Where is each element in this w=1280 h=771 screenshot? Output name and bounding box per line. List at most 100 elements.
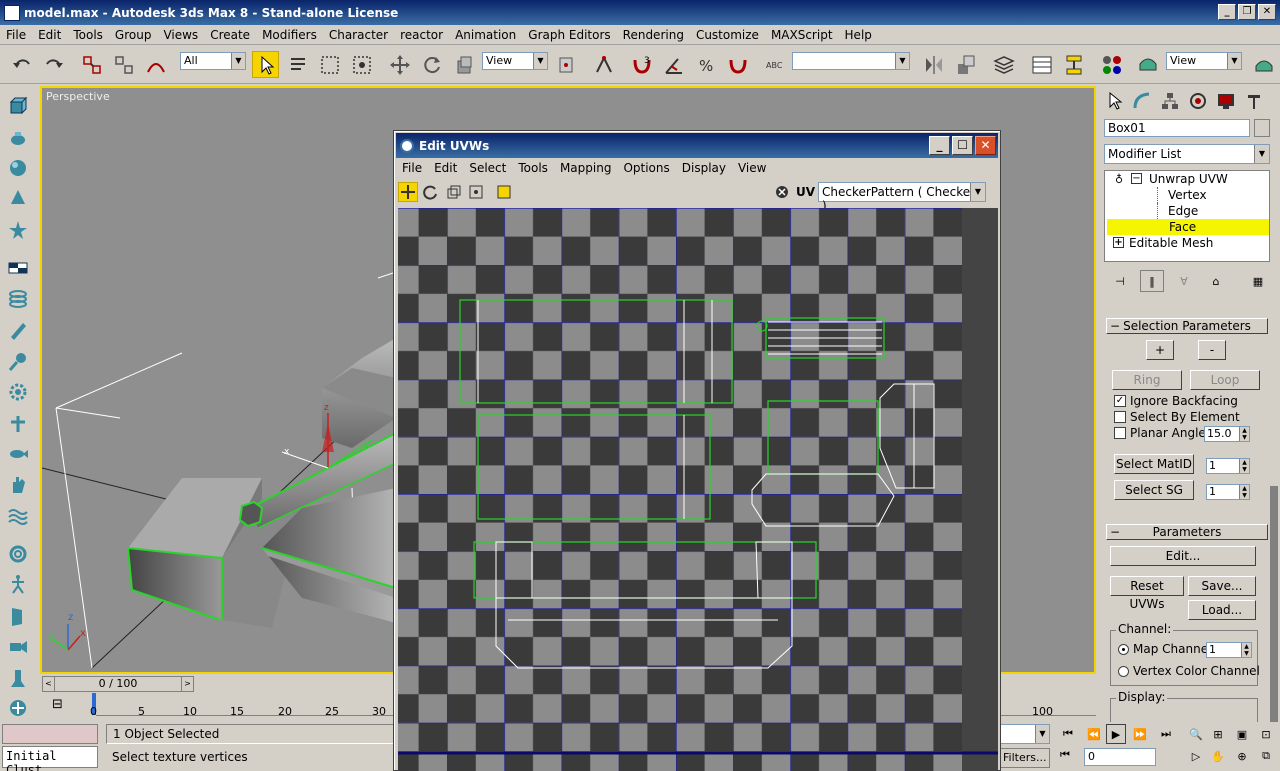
uv-mirror-icon[interactable] bbox=[494, 182, 514, 202]
hierarchy-tab-icon[interactable] bbox=[1156, 88, 1184, 114]
snap-3d-icon[interactable]: 3 bbox=[628, 51, 655, 78]
schematic-view-icon[interactable] bbox=[1060, 51, 1087, 78]
menu-rendering[interactable]: Rendering bbox=[617, 28, 690, 42]
create-door-icon[interactable] bbox=[6, 604, 30, 628]
stack-item-edge[interactable]: Edge bbox=[1157, 203, 1257, 219]
menu-help[interactable]: Help bbox=[839, 28, 878, 42]
collapse-icon[interactable]: − bbox=[1131, 173, 1142, 184]
make-unique-icon[interactable]: ∀ bbox=[1172, 270, 1196, 292]
play-icon[interactable]: ▶ bbox=[1106, 724, 1126, 744]
select-sg-button[interactable]: Select SG bbox=[1114, 480, 1194, 500]
planar-angle-checkbox[interactable]: Planar Angle bbox=[1114, 426, 1206, 440]
uv-menu-mapping[interactable]: Mapping bbox=[554, 161, 618, 175]
uv-maximize-button[interactable]: ☐ bbox=[952, 136, 973, 155]
maxscript-listener-mini[interactable] bbox=[2, 724, 98, 744]
shrink-selection-button[interactable]: - bbox=[1198, 340, 1226, 360]
mirror-icon[interactable] bbox=[920, 51, 947, 78]
rectangular-selection-icon[interactable] bbox=[316, 51, 343, 78]
create-hand-icon[interactable] bbox=[6, 472, 30, 496]
pan-icon[interactable]: ✋ bbox=[1208, 746, 1228, 766]
select-manipulate-icon[interactable] bbox=[590, 51, 617, 78]
percent-snap-icon[interactable]: % bbox=[692, 51, 719, 78]
next-frame-icon[interactable]: ⏩ bbox=[1130, 724, 1150, 744]
uv-scale-icon[interactable] bbox=[444, 182, 464, 202]
close-button[interactable]: ✕ bbox=[1258, 4, 1276, 20]
unlink-icon[interactable] bbox=[110, 51, 137, 78]
uv-axis-label[interactable]: UV bbox=[796, 185, 815, 199]
uv-menu-options[interactable]: Options bbox=[617, 161, 675, 175]
remove-modifier-icon[interactable]: ⌂ bbox=[1204, 270, 1228, 292]
key-filters-button[interactable]: Filters... bbox=[1000, 748, 1050, 768]
stack-item-vertex[interactable]: Vertex bbox=[1157, 187, 1257, 203]
spinner-snap-icon[interactable] bbox=[724, 51, 751, 78]
matid-spinner[interactable]: 1 ▲ ▼ bbox=[1206, 458, 1250, 474]
stack-item-editable-mesh[interactable]: Editable Mesh bbox=[1129, 235, 1259, 251]
uv-menu-select[interactable]: Select bbox=[463, 161, 512, 175]
uv-close-button[interactable]: ✕ bbox=[975, 136, 996, 155]
menu-graph-editors[interactable]: Graph Editors bbox=[522, 28, 616, 42]
edit-uvws-button[interactable]: Edit... bbox=[1110, 546, 1256, 566]
current-frame-field[interactable]: 0 bbox=[1084, 748, 1156, 766]
select-by-element-checkbox[interactable]: Select By Element bbox=[1114, 410, 1240, 424]
curve-editor-icon[interactable] bbox=[1028, 51, 1055, 78]
select-object-icon[interactable] bbox=[252, 51, 279, 78]
utilities-tab-icon[interactable] bbox=[1240, 88, 1268, 114]
material-editor-icon[interactable] bbox=[1098, 51, 1125, 78]
select-link-icon[interactable] bbox=[78, 51, 105, 78]
zoom-extents-icon[interactable]: ▣ bbox=[1232, 724, 1252, 744]
menu-file[interactable]: File bbox=[0, 28, 32, 42]
ignore-backfacing-checkbox[interactable]: ✓ Ignore Backfacing bbox=[1114, 394, 1238, 408]
undo-icon[interactable] bbox=[8, 51, 35, 78]
uv-rotate-icon[interactable] bbox=[420, 182, 440, 202]
create-star-icon[interactable] bbox=[6, 218, 30, 242]
display-tab-icon[interactable] bbox=[1212, 88, 1240, 114]
uv-canvas[interactable] bbox=[398, 208, 998, 771]
create-cone-icon[interactable] bbox=[6, 186, 30, 210]
go-to-end-icon[interactable]: ⏭ bbox=[1156, 724, 1176, 744]
pivot-center-icon[interactable] bbox=[552, 51, 579, 78]
loop-button[interactable]: Loop bbox=[1190, 370, 1260, 390]
create-helix-icon[interactable] bbox=[6, 542, 30, 566]
motion-tab-icon[interactable] bbox=[1184, 88, 1212, 114]
menu-customize[interactable]: Customize bbox=[690, 28, 765, 42]
object-name-field[interactable]: Box01 bbox=[1104, 119, 1250, 137]
zoom-icon[interactable]: 🔍 bbox=[1186, 724, 1206, 744]
show-end-result-icon[interactable]: ‖ bbox=[1140, 270, 1164, 292]
minimize-button[interactable]: _ bbox=[1218, 4, 1236, 20]
map-channel-radio[interactable]: Map Channel: bbox=[1118, 642, 1215, 656]
align-icon[interactable] bbox=[952, 51, 979, 78]
light-bulb-icon[interactable]: ♁ bbox=[1115, 173, 1123, 186]
modify-tab-icon[interactable] bbox=[1128, 88, 1156, 114]
texture-dropdown[interactable]: CheckerPattern ( Checker ) ▼ bbox=[818, 182, 986, 213]
menu-edit[interactable]: Edit bbox=[32, 28, 67, 42]
zoom-all-icon[interactable]: ⊞ bbox=[1208, 724, 1228, 744]
load-button[interactable]: Load... bbox=[1188, 600, 1256, 620]
create-fish-icon[interactable] bbox=[6, 442, 30, 466]
create-biped-icon[interactable] bbox=[6, 572, 30, 596]
menu-create[interactable]: Create bbox=[204, 28, 256, 42]
configure-sets-icon[interactable]: ▦ bbox=[1246, 270, 1270, 292]
create-plane-icon[interactable] bbox=[6, 256, 30, 280]
create-cylinder-icon[interactable] bbox=[6, 318, 30, 342]
menu-maxscript[interactable]: MAXScript bbox=[765, 28, 839, 42]
ring-button[interactable]: Ring bbox=[1112, 370, 1182, 390]
menu-tools[interactable]: Tools bbox=[67, 28, 109, 42]
named-selection-dropdown[interactable]: ▼ bbox=[792, 52, 910, 70]
previous-frame-icon[interactable]: ⏪ bbox=[1084, 724, 1104, 744]
grow-selection-button[interactable]: + bbox=[1146, 340, 1174, 360]
menu-modifiers[interactable]: Modifiers bbox=[256, 28, 323, 42]
object-color-swatch[interactable] bbox=[1254, 119, 1270, 137]
menu-group[interactable]: Group bbox=[109, 28, 158, 42]
panel-scrollbar[interactable] bbox=[1270, 486, 1278, 722]
uv-move-icon[interactable] bbox=[398, 182, 418, 202]
stack-item-face[interactable]: Face bbox=[1107, 219, 1269, 235]
create-bone-icon[interactable] bbox=[6, 350, 30, 374]
pin-stack-icon[interactable]: ⊣ bbox=[1108, 270, 1132, 292]
render-view-dropdown[interactable]: View ▼ bbox=[1166, 52, 1242, 70]
menu-reactor[interactable]: reactor bbox=[394, 28, 449, 42]
uv-window-title-bar[interactable]: Edit UVWs _ ☐ ✕ bbox=[396, 133, 998, 158]
create-torus-icon[interactable] bbox=[6, 286, 30, 310]
create-teapot-icon[interactable] bbox=[6, 126, 30, 150]
reset-uvws-button[interactable]: Reset UVWs bbox=[1110, 576, 1184, 611]
restore-button[interactable]: ❐ bbox=[1238, 4, 1256, 20]
